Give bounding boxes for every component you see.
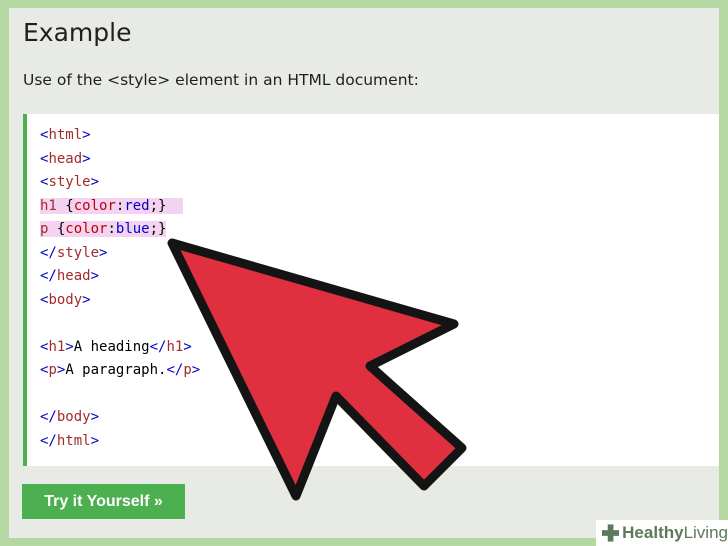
code-line-content: </style> xyxy=(40,245,107,261)
code-line-content: </body> xyxy=(40,409,99,425)
code-token: head xyxy=(56,268,91,284)
code-token: > xyxy=(191,362,201,378)
code-line xyxy=(40,383,200,407)
code-line: <html> xyxy=(40,124,200,148)
code-token: > xyxy=(65,338,74,355)
code-token: > xyxy=(90,268,100,284)
code-token: style xyxy=(56,244,100,261)
code-block: <html> <head> <style> h1 {color:red;} p {co… xyxy=(23,114,719,466)
code-token: </ xyxy=(40,268,57,284)
code-line-content: h1 {color:red;} xyxy=(40,197,184,214)
code-token: ;} xyxy=(149,197,184,214)
code-token: > xyxy=(90,432,100,449)
code-token: p xyxy=(48,362,57,378)
code-token: : xyxy=(107,221,116,237)
code-line: <p>A paragraph.</p> xyxy=(40,359,200,383)
code-token: { xyxy=(65,197,74,214)
code-line: <h1>A heading</h1> xyxy=(40,336,200,360)
code-token: > xyxy=(82,291,91,308)
code-token: color xyxy=(73,197,116,214)
code-token: h1 xyxy=(166,338,184,355)
code-token: </ xyxy=(166,362,184,378)
code-token: A paragraph. xyxy=(65,362,167,378)
code-token: A heading xyxy=(73,338,150,355)
code-token: p xyxy=(183,362,192,378)
watermark-healthy: Healthy xyxy=(622,523,684,542)
code-token: blue xyxy=(115,221,150,237)
code-line-content: <p>A paragraph.</p> xyxy=(40,362,200,378)
code-line: <head> xyxy=(40,148,200,172)
code-token: color xyxy=(65,221,108,237)
code-token: ;} xyxy=(149,221,167,237)
code-token: > xyxy=(82,127,91,143)
code-token: > xyxy=(183,338,192,355)
code-token: html xyxy=(56,432,91,449)
example-panel: Example Use of the <style> element in an… xyxy=(9,8,719,538)
code-listing: <html> <head> <style> h1 {color:red;} p {co… xyxy=(40,124,200,453)
page-title: Example xyxy=(23,18,132,47)
code-token: </ xyxy=(40,409,57,425)
code-token: h1 xyxy=(48,338,66,355)
code-line-content: <head> xyxy=(40,151,91,167)
code-token: </ xyxy=(149,338,167,355)
code-token: </ xyxy=(40,432,57,449)
code-line-content: </html> xyxy=(40,433,99,449)
code-line-content xyxy=(40,386,48,402)
code-token: > xyxy=(82,150,91,167)
code-line: <style> xyxy=(40,171,200,195)
code-token: body xyxy=(48,291,83,308)
code-line: h1 {color:red;} xyxy=(40,195,200,219)
code-line: </style> xyxy=(40,242,200,266)
code-line-content xyxy=(40,315,48,331)
code-line: p {color:blue;} xyxy=(40,218,200,242)
try-it-yourself-button[interactable]: Try it Yourself » xyxy=(22,484,185,519)
code-token: style xyxy=(48,174,91,190)
code-line: </html> xyxy=(40,430,200,454)
code-token: > xyxy=(90,409,100,425)
code-line xyxy=(40,312,200,336)
medical-cross-icon xyxy=(602,524,620,542)
code-token: body xyxy=(56,409,91,425)
code-token: h1 xyxy=(40,197,66,214)
code-line-content: </head> xyxy=(40,268,99,284)
code-line: <body> xyxy=(40,289,200,313)
code-line-content: <body> xyxy=(40,292,91,308)
code-line-content: <html> xyxy=(40,127,91,143)
code-token: </ xyxy=(40,244,57,261)
code-line-content: <style> xyxy=(40,174,99,190)
code-token: head xyxy=(48,150,83,167)
code-line-content: <h1>A heading</h1> xyxy=(40,339,192,355)
code-token: red xyxy=(124,197,150,214)
code-token: > xyxy=(90,174,100,190)
watermark-living: Living xyxy=(683,523,728,542)
code-token: > xyxy=(99,244,108,261)
code-line-content: p {color:blue;} xyxy=(40,221,167,237)
code-token: html xyxy=(48,127,83,143)
code-line: </body> xyxy=(40,406,200,430)
healthy-living-watermark: Healthy Living xyxy=(596,520,728,546)
code-line: </head> xyxy=(40,265,200,289)
code-token: p xyxy=(40,221,57,237)
intro-text: Use of the <style> element in an HTML do… xyxy=(23,71,419,89)
